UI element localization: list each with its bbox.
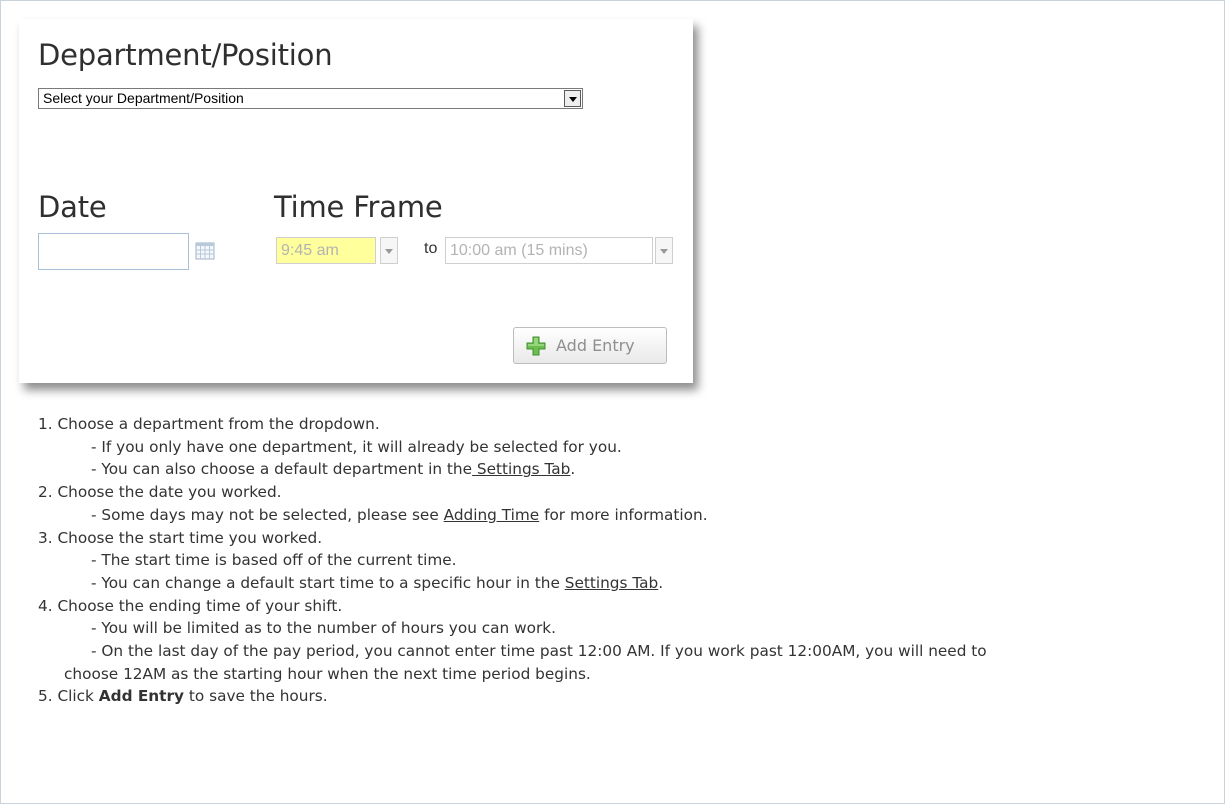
time-entry-panel: Department/Position Select your Departme… xyxy=(19,19,693,383)
step-5-text: 5. Click xyxy=(38,687,99,706)
step-4: 4. Choose the ending time of your shift. xyxy=(38,596,343,615)
step-1-note-1: - If you only have one department, it wi… xyxy=(91,437,622,456)
step-3-note-1: - The start time is based off of the cur… xyxy=(91,551,457,570)
chevron-down-icon xyxy=(385,249,393,254)
step-4-note-1: - You will be limited as to the number o… xyxy=(91,619,556,638)
department-dropdown-button[interactable] xyxy=(564,90,581,107)
start-time-dropdown-button[interactable] xyxy=(380,237,398,264)
settings-tab-link[interactable]: Settings Tab xyxy=(472,460,571,478)
settings-tab-link[interactable]: Settings Tab xyxy=(565,574,659,592)
plus-icon xyxy=(526,336,546,356)
start-time-select[interactable]: 9:45 am xyxy=(276,237,376,264)
step-3-note-2-text: - You can change a default start time to… xyxy=(91,573,565,592)
chevron-down-icon xyxy=(660,249,668,254)
period: . xyxy=(570,460,576,479)
step-3: 3. Choose the start time you worked. xyxy=(38,528,323,547)
step-5-suffix: to save the hours. xyxy=(184,687,328,706)
adding-time-link[interactable]: Adding Time xyxy=(444,506,540,524)
add-entry-label: Add Entry xyxy=(556,336,635,355)
step-1-note-2: - You can also choose a default departme… xyxy=(38,458,1208,481)
department-select-value: Select your Department/Position xyxy=(43,90,244,106)
department-heading: Department/Position xyxy=(38,38,333,72)
add-entry-button[interactable]: Add Entry xyxy=(513,327,667,364)
end-time-dropdown-button[interactable] xyxy=(655,237,673,264)
timeframe-heading: Time Frame xyxy=(274,190,443,224)
calendar-icon[interactable] xyxy=(195,241,215,261)
step-2-note-1: - Some days may not be selected, please … xyxy=(38,504,1208,527)
instructions-list: 1. Choose a department from the dropdown… xyxy=(38,413,1208,708)
to-label: to xyxy=(424,240,438,257)
step-2-note-1-text: - Some days may not be selected, please … xyxy=(91,505,444,524)
step-4-note-2: - On the last day of the pay period, you… xyxy=(91,642,987,661)
add-entry-emphasis: Add Entry xyxy=(98,687,185,706)
date-input[interactable] xyxy=(38,233,189,270)
step-2: 2. Choose the date you worked. xyxy=(38,483,282,502)
period: . xyxy=(658,573,664,592)
step-2-note-1-suffix: for more information. xyxy=(539,505,708,524)
content-frame: Department/Position Select your Departme… xyxy=(0,0,1225,804)
end-time-select[interactable]: 10:00 am (15 mins) xyxy=(445,237,653,264)
step-1: 1. Choose a department from the dropdown… xyxy=(38,415,380,433)
step-5: 5. Click Add Entry to save the hours. xyxy=(38,685,1208,708)
step-3-note-2: - You can change a default start time to… xyxy=(38,572,1208,595)
date-heading: Date xyxy=(38,190,107,224)
chevron-down-icon xyxy=(568,96,577,102)
department-select[interactable]: Select your Department/Position xyxy=(38,88,583,109)
step-1-note-2-text: - You can also choose a default departme… xyxy=(91,460,473,479)
step-4-note-2-continued: choose 12AM as the starting hour when th… xyxy=(64,664,591,683)
